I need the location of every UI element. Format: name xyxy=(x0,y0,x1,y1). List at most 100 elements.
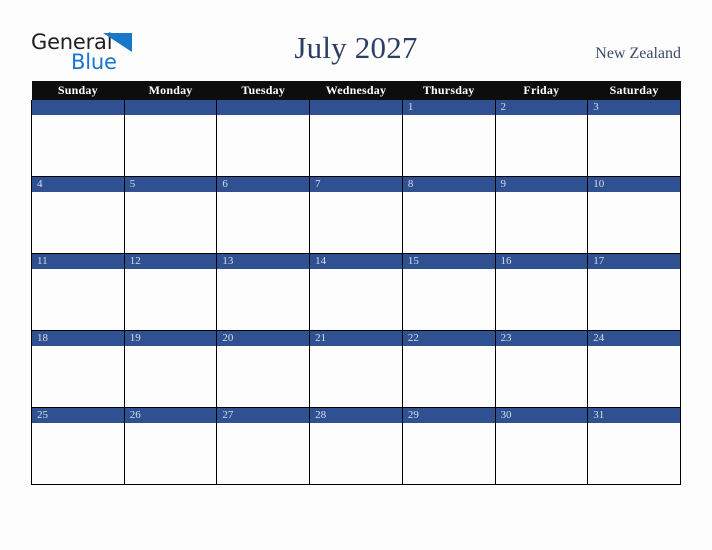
day-event-area[interactable] xyxy=(588,423,680,484)
calendar-day-cell[interactable]: 15 xyxy=(401,253,496,331)
day-number-banner: 17 xyxy=(588,254,680,269)
day-event-area[interactable] xyxy=(402,423,495,484)
calendar-day-cell[interactable]: 19 xyxy=(123,330,218,408)
day-number-banner: 8 xyxy=(402,177,495,192)
day-number-banner: 15 xyxy=(402,254,495,269)
calendar-day-cell[interactable]: 14 xyxy=(309,253,403,331)
day-number-banner: 20 xyxy=(217,331,310,346)
calendar-day-cell[interactable]: 8 xyxy=(401,176,496,254)
day-event-area[interactable] xyxy=(217,269,310,330)
calendar-day-cell[interactable]: 29 xyxy=(401,407,496,485)
calendar-body: 1 2 3 4 5 6 7 8 9 10 11 12 13 14 15 16 1… xyxy=(31,100,681,485)
weekday-header-thursday: Thursday xyxy=(402,81,496,100)
calendar-day-cell[interactable]: 24 xyxy=(587,330,681,408)
day-event-area[interactable] xyxy=(402,192,495,253)
day-event-area[interactable] xyxy=(495,115,588,176)
day-event-area[interactable] xyxy=(32,269,124,330)
day-number-banner: 24 xyxy=(588,331,680,346)
calendar-week-row: 11 12 13 14 15 16 17 xyxy=(31,253,681,331)
calendar-day-cell[interactable]: 26 xyxy=(123,407,218,485)
day-number-banner xyxy=(32,100,124,115)
calendar-day-cell[interactable]: 22 xyxy=(401,330,496,408)
calendar-week-row: 25 26 27 28 29 30 31 xyxy=(31,407,681,485)
page-header: General Blue July 2027 New Zealand xyxy=(0,0,712,78)
day-event-area[interactable] xyxy=(217,115,310,176)
calendar-week-row: 18 19 20 21 22 23 24 xyxy=(31,330,681,408)
day-number-banner: 4 xyxy=(32,177,124,192)
calendar-day-cell[interactable]: 30 xyxy=(494,407,589,485)
day-event-area[interactable] xyxy=(588,346,680,407)
calendar-week-row: 4 5 6 7 8 9 10 xyxy=(31,176,681,254)
day-number-banner: 10 xyxy=(588,177,680,192)
calendar-day-cell[interactable]: 7 xyxy=(309,176,403,254)
day-event-area[interactable] xyxy=(124,192,217,253)
calendar-day-cell[interactable] xyxy=(309,100,403,177)
weekday-header-monday: Monday xyxy=(124,81,217,100)
day-number-banner: 21 xyxy=(310,331,402,346)
day-event-area[interactable] xyxy=(217,192,310,253)
day-event-area[interactable] xyxy=(402,115,495,176)
day-event-area[interactable] xyxy=(402,269,495,330)
day-event-area[interactable] xyxy=(495,346,588,407)
calendar-day-cell[interactable]: 21 xyxy=(309,330,403,408)
calendar-day-cell[interactable]: 25 xyxy=(31,407,125,485)
day-number-banner: 30 xyxy=(495,408,588,423)
calendar-day-cell[interactable]: 10 xyxy=(587,176,681,254)
calendar-day-cell[interactable]: 11 xyxy=(31,253,125,331)
day-event-area[interactable] xyxy=(217,346,310,407)
calendar-day-cell[interactable]: 9 xyxy=(494,176,589,254)
day-event-area[interactable] xyxy=(32,192,124,253)
day-event-area[interactable] xyxy=(402,346,495,407)
calendar-day-cell[interactable]: 31 xyxy=(587,407,681,485)
weekday-header-friday: Friday xyxy=(495,81,588,100)
day-number-banner: 23 xyxy=(495,331,588,346)
day-number-banner: 13 xyxy=(217,254,310,269)
day-event-area[interactable] xyxy=(124,423,217,484)
day-event-area[interactable] xyxy=(310,423,402,484)
day-number-banner xyxy=(310,100,402,115)
calendar-day-cell[interactable]: 28 xyxy=(309,407,403,485)
day-event-area[interactable] xyxy=(588,192,680,253)
day-event-area[interactable] xyxy=(217,423,310,484)
day-event-area[interactable] xyxy=(32,346,124,407)
calendar-day-cell[interactable] xyxy=(123,100,218,177)
day-event-area[interactable] xyxy=(495,192,588,253)
calendar-day-cell[interactable]: 23 xyxy=(494,330,589,408)
calendar-day-cell[interactable]: 20 xyxy=(216,330,311,408)
day-event-area[interactable] xyxy=(124,269,217,330)
calendar-day-cell[interactable]: 1 xyxy=(401,100,496,177)
day-event-area[interactable] xyxy=(124,346,217,407)
calendar-day-cell[interactable] xyxy=(31,100,125,177)
day-number-banner xyxy=(217,100,310,115)
day-number-banner: 3 xyxy=(588,100,680,115)
day-event-area[interactable] xyxy=(588,269,680,330)
day-event-area[interactable] xyxy=(32,423,124,484)
day-event-area[interactable] xyxy=(310,192,402,253)
day-number-banner: 2 xyxy=(495,100,588,115)
day-event-area[interactable] xyxy=(310,346,402,407)
calendar-day-cell[interactable]: 4 xyxy=(31,176,125,254)
calendar-day-cell[interactable]: 6 xyxy=(216,176,311,254)
calendar-day-cell[interactable]: 5 xyxy=(123,176,218,254)
calendar-day-cell[interactable] xyxy=(216,100,311,177)
day-event-area[interactable] xyxy=(310,115,402,176)
day-event-area[interactable] xyxy=(495,269,588,330)
day-number-banner: 6 xyxy=(217,177,310,192)
day-event-area[interactable] xyxy=(310,269,402,330)
calendar-day-cell[interactable]: 3 xyxy=(587,100,681,177)
day-event-area[interactable] xyxy=(495,423,588,484)
calendar-week-row: 1 2 3 xyxy=(31,100,681,177)
day-event-area[interactable] xyxy=(124,115,217,176)
calendar-day-cell[interactable]: 16 xyxy=(494,253,589,331)
calendar-day-cell[interactable]: 18 xyxy=(31,330,125,408)
day-event-area[interactable] xyxy=(588,115,680,176)
calendar-day-cell[interactable]: 2 xyxy=(494,100,589,177)
calendar-day-cell[interactable]: 27 xyxy=(216,407,311,485)
day-event-area[interactable] xyxy=(32,115,124,176)
calendar-day-cell[interactable]: 17 xyxy=(587,253,681,331)
day-number-banner: 12 xyxy=(124,254,217,269)
day-number-banner: 5 xyxy=(124,177,217,192)
calendar-day-cell[interactable]: 13 xyxy=(216,253,311,331)
day-number-banner: 16 xyxy=(495,254,588,269)
calendar-day-cell[interactable]: 12 xyxy=(123,253,218,331)
